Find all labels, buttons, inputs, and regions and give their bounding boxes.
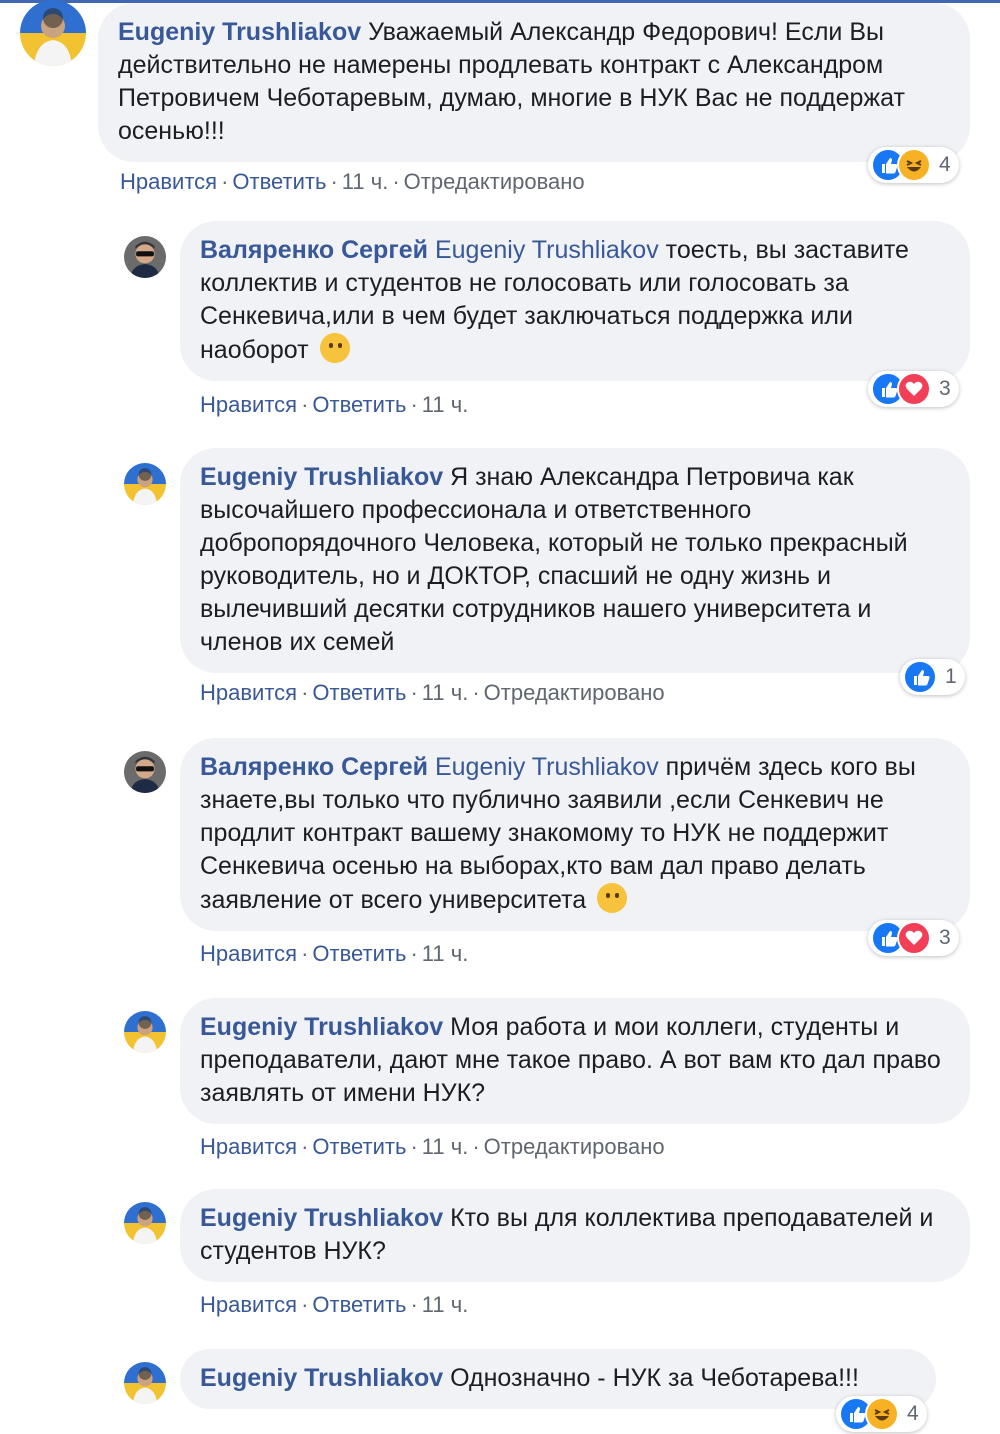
comment-actions: Нравится · Ответить · 11 ч. · Отредактировано — [200, 679, 665, 707]
separator: · — [301, 1292, 309, 1317]
comment-actions: Нравится · Ответить · 11 ч. — [200, 391, 468, 419]
timestamp[interactable]: 11 ч. — [422, 680, 469, 705]
comment-bubble: Eugeniy Trushliakov Однозначно - НУК за … — [180, 1349, 936, 1409]
comment-actions: Нравится · Ответить · 11 ч. · Отредактировано — [120, 168, 585, 196]
comment-actions: Нравится · Ответить · 11 ч. — [200, 940, 468, 968]
timestamp[interactable]: 11 ч. — [342, 169, 389, 194]
timestamp[interactable]: 11 ч. — [422, 941, 469, 966]
avatar[interactable] — [124, 236, 166, 278]
reply-button[interactable]: Ответить — [312, 1134, 406, 1159]
thinking-face-emoji-icon — [597, 883, 628, 913]
reactions-summary[interactable]: 3 — [868, 371, 959, 407]
love-reaction-icon — [897, 372, 931, 406]
edited-label[interactable]: Отредактировано — [484, 1134, 665, 1159]
comment-author[interactable]: Валяренко Сергей — [200, 236, 428, 264]
timestamp[interactable]: 11 ч. — [422, 392, 469, 417]
tagged-user[interactable]: Eugeniy Trushliakov — [435, 236, 659, 264]
reply-button[interactable]: Ответить — [312, 392, 406, 417]
like-button[interactable]: Нравится — [200, 680, 297, 705]
love-reaction-icon — [897, 921, 931, 955]
avatar[interactable] — [124, 1011, 166, 1053]
separator: · — [392, 169, 400, 194]
comment-author[interactable]: Eugeniy Trushliakov — [118, 18, 361, 46]
avatar[interactable] — [124, 1202, 166, 1244]
reactions-summary[interactable]: 4 — [836, 1396, 927, 1432]
tagged-user[interactable]: Eugeniy Trushliakov — [435, 753, 659, 781]
edited-label[interactable]: Отредактировано — [484, 680, 665, 705]
comment-bubble: Валяренко Сергей Eugeniy Trushliakov тое… — [180, 221, 970, 381]
separator: · — [301, 392, 309, 417]
comment-author[interactable]: Eugeniy Trushliakov — [200, 1364, 443, 1392]
comment-author[interactable]: Валяренко Сергей — [200, 753, 428, 781]
separator: · — [221, 169, 229, 194]
like-button[interactable]: Нравится — [120, 169, 217, 194]
reply-button[interactable]: Ответить — [312, 941, 406, 966]
separator: · — [410, 1134, 418, 1159]
avatar[interactable] — [124, 463, 166, 505]
separator: · — [410, 392, 418, 417]
comment-bubble: Валяренко Сергей Eugeniy Trushliakov при… — [180, 738, 970, 931]
haha-reaction-icon — [865, 1397, 899, 1431]
separator: · — [410, 941, 418, 966]
like-button[interactable]: Нравится — [200, 392, 297, 417]
like-button[interactable]: Нравится — [200, 1134, 297, 1159]
reaction-count: 1 — [945, 665, 957, 688]
separator: · — [472, 1134, 480, 1159]
separator: · — [301, 1134, 309, 1159]
like-reaction-icon — [903, 660, 937, 694]
comment-author[interactable]: Eugeniy Trushliakov — [200, 1204, 443, 1232]
separator: · — [410, 680, 418, 705]
comment-bubble: Eugeniy Trushliakov Кто вы для коллектив… — [180, 1189, 970, 1282]
comment-text: Я знаю Александра Петровича как высочайш… — [200, 463, 908, 656]
reaction-count: 3 — [939, 377, 951, 400]
avatar[interactable] — [20, 0, 86, 66]
comment-text: Однозначно - НУК за Чеботарева!!! — [450, 1364, 859, 1392]
reactions-summary[interactable]: 3 — [868, 920, 959, 956]
separator: · — [301, 941, 309, 966]
reply-button[interactable]: Ответить — [312, 680, 406, 705]
comment-bubble: Eugeniy Trushliakov Уважаемый Александр … — [98, 3, 970, 162]
edited-label[interactable]: Отредактировано — [404, 169, 585, 194]
separator: · — [330, 169, 338, 194]
reactions-summary[interactable]: 1 — [900, 659, 965, 695]
separator: · — [472, 680, 480, 705]
avatar[interactable] — [124, 1362, 166, 1404]
reaction-count: 4 — [907, 1402, 919, 1425]
comment-author[interactable]: Eugeniy Trushliakov — [200, 463, 443, 491]
comment-actions: Нравится · Ответить · 11 ч. — [200, 1291, 468, 1319]
reaction-count: 4 — [939, 153, 951, 176]
thinking-face-emoji-icon — [319, 333, 350, 363]
like-button[interactable]: Нравится — [200, 1292, 297, 1317]
reaction-count: 3 — [939, 926, 951, 949]
comment-bubble: Eugeniy Trushliakov Я знаю Александра Пе… — [180, 448, 970, 673]
comment-actions: Нравится · Ответить · 11 ч. · Отредактировано — [200, 1133, 665, 1161]
separator: · — [301, 680, 309, 705]
comment-author[interactable]: Eugeniy Trushliakov — [200, 1013, 443, 1041]
timestamp[interactable]: 11 ч. — [422, 1134, 469, 1159]
separator: · — [410, 1292, 418, 1317]
reply-button[interactable]: Ответить — [232, 169, 326, 194]
comment-bubble: Eugeniy Trushliakov Моя работа и мои кол… — [180, 998, 970, 1124]
avatar[interactable] — [124, 751, 166, 793]
timestamp[interactable]: 11 ч. — [422, 1292, 469, 1317]
reactions-summary[interactable]: 4 — [868, 147, 959, 183]
reply-button[interactable]: Ответить — [312, 1292, 406, 1317]
like-button[interactable]: Нравится — [200, 941, 297, 966]
haha-reaction-icon — [897, 148, 931, 182]
